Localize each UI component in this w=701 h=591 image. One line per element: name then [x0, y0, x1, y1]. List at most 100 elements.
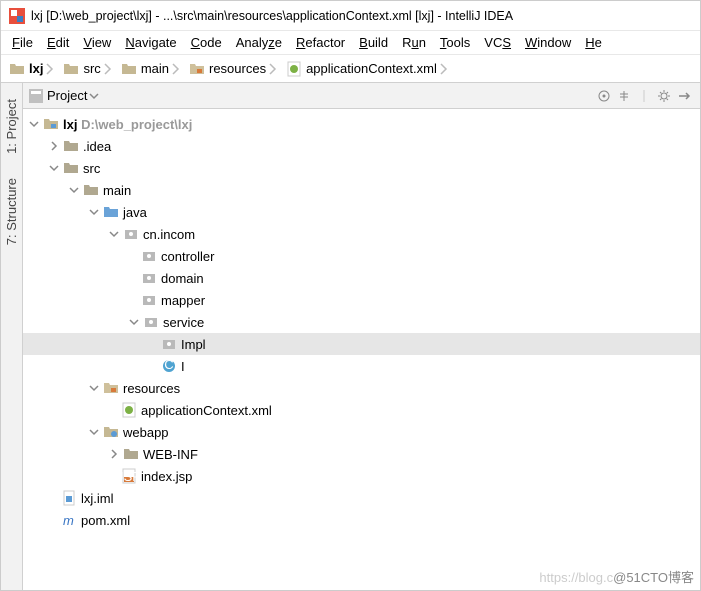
source-folder-icon — [103, 204, 119, 220]
project-panel: Project lxj D:\web_project\lxj .ide — [23, 83, 700, 590]
tree-row-domain[interactable]: domain — [23, 267, 700, 289]
jsp-icon: JSP — [121, 468, 137, 484]
crumb-lxj[interactable]: lxj — [5, 59, 59, 79]
chevron-right-icon — [103, 62, 113, 76]
tool-window-bar: 1: Project 7: Structure — [1, 83, 23, 590]
tree-row-appctx[interactable]: applicationContext.xml — [23, 399, 700, 421]
tree-row-service[interactable]: service — [23, 311, 700, 333]
menu-bar[interactable]: File Edit View Navigate Code Analyze Ref… — [1, 31, 700, 55]
menu-refactor[interactable]: Refactor — [289, 33, 352, 52]
tree-label: index.jsp — [141, 469, 192, 484]
tab-structure[interactable]: 7: Structure — [2, 170, 21, 253]
svg-text:C: C — [164, 358, 173, 372]
crumb-main[interactable]: main — [117, 59, 185, 79]
chevron-right-icon — [268, 62, 278, 76]
crumb-label: main — [141, 61, 169, 76]
chevron-right-icon[interactable] — [47, 139, 61, 153]
menu-file[interactable]: File — [5, 33, 40, 52]
chevron-down-icon[interactable] — [87, 425, 101, 439]
tree-label: main — [103, 183, 131, 198]
resources-folder-icon — [189, 61, 205, 77]
chevron-right-icon — [45, 62, 55, 76]
chevron-down-icon[interactable] — [27, 117, 41, 131]
target-icon[interactable] — [594, 86, 614, 106]
chevron-down-icon[interactable] — [67, 183, 81, 197]
spring-xml-icon — [121, 402, 137, 418]
tree-label: .idea — [83, 139, 111, 154]
tree-row-package[interactable]: cn.incom — [23, 223, 700, 245]
tree-row-webapp[interactable]: webapp — [23, 421, 700, 443]
tree-label: lxj D:\web_project\lxj — [63, 117, 192, 132]
window-title: lxj [D:\web_project\lxj] - ...\src\main\… — [31, 9, 513, 23]
tree-row-interface[interactable]: C I — [23, 355, 700, 377]
module-folder-icon — [43, 116, 59, 132]
tree-row-root[interactable]: lxj D:\web_project\lxj — [23, 113, 700, 135]
chevron-down-icon[interactable] — [87, 381, 101, 395]
tree-row-src[interactable]: src — [23, 157, 700, 179]
package-icon — [143, 314, 159, 330]
folder-icon — [63, 160, 79, 176]
crumb-file[interactable]: applicationContext.xml — [282, 59, 453, 79]
hide-icon[interactable] — [674, 86, 694, 106]
tree-row-indexjsp[interactable]: JSP index.jsp — [23, 465, 700, 487]
package-icon — [141, 292, 157, 308]
chevron-down-icon[interactable] — [47, 161, 61, 175]
menu-code[interactable]: Code — [184, 33, 229, 52]
package-icon — [141, 270, 157, 286]
tree-row-impl[interactable]: Impl — [23, 333, 700, 355]
divider-icon — [634, 86, 654, 106]
menu-run[interactable]: Run — [395, 33, 433, 52]
tree-label: mapper — [161, 293, 205, 308]
gear-icon[interactable] — [654, 86, 674, 106]
tree-row-main[interactable]: main — [23, 179, 700, 201]
tree-row-iml[interactable]: lxj.iml — [23, 487, 700, 509]
class-icon: C — [161, 358, 177, 374]
app-icon — [9, 8, 25, 24]
tree-label: java — [123, 205, 147, 220]
maven-icon: m — [61, 512, 77, 528]
project-tree[interactable]: lxj D:\web_project\lxj .idea src — [23, 109, 700, 590]
menu-view[interactable]: View — [76, 33, 118, 52]
tree-row-webinf[interactable]: WEB-INF — [23, 443, 700, 465]
tree-label: pom.xml — [81, 513, 130, 528]
chevron-down-icon[interactable] — [87, 205, 101, 219]
resources-folder-icon — [103, 380, 119, 396]
chevron-right-icon[interactable] — [107, 447, 121, 461]
crumb-src[interactable]: src — [59, 59, 116, 79]
tree-label: I — [181, 359, 185, 374]
tree-label: controller — [161, 249, 214, 264]
menu-tools[interactable]: Tools — [433, 33, 477, 52]
svg-text:m: m — [63, 513, 74, 528]
tree-label: cn.incom — [143, 227, 195, 242]
tree-row-java[interactable]: java — [23, 201, 700, 223]
tree-label: service — [163, 315, 204, 330]
menu-analyze[interactable]: Analyze — [229, 33, 289, 52]
tree-row-controller[interactable]: controller — [23, 245, 700, 267]
chevron-down-icon[interactable] — [107, 227, 121, 241]
panel-title: Project — [47, 88, 87, 103]
crumb-label: lxj — [29, 61, 43, 76]
tree-label: domain — [161, 271, 204, 286]
tree-row-mapper[interactable]: mapper — [23, 289, 700, 311]
menu-vcs[interactable]: VCS — [477, 33, 518, 52]
menu-edit[interactable]: Edit — [40, 33, 76, 52]
menu-build[interactable]: Build — [352, 33, 395, 52]
crumb-resources[interactable]: resources — [185, 59, 282, 79]
chevron-down-icon[interactable] — [89, 91, 99, 101]
menu-window[interactable]: Window — [518, 33, 578, 52]
crumb-label: src — [83, 61, 100, 76]
web-folder-icon — [103, 424, 119, 440]
menu-navigate[interactable]: Navigate — [118, 33, 183, 52]
crumb-label: applicationContext.xml — [306, 61, 437, 76]
tree-label: applicationContext.xml — [141, 403, 272, 418]
tree-row-resources[interactable]: resources — [23, 377, 700, 399]
menu-help[interactable]: He — [578, 33, 609, 52]
chevron-down-icon[interactable] — [127, 315, 141, 329]
breadcrumb[interactable]: lxj src main resources applicationContex… — [1, 55, 700, 83]
collapse-all-icon[interactable] — [614, 86, 634, 106]
spring-xml-icon — [286, 61, 302, 77]
tree-row-idea[interactable]: .idea — [23, 135, 700, 157]
package-icon — [141, 248, 157, 264]
tree-row-pom[interactable]: m pom.xml — [23, 509, 700, 531]
tab-project[interactable]: 1: Project — [2, 91, 21, 162]
